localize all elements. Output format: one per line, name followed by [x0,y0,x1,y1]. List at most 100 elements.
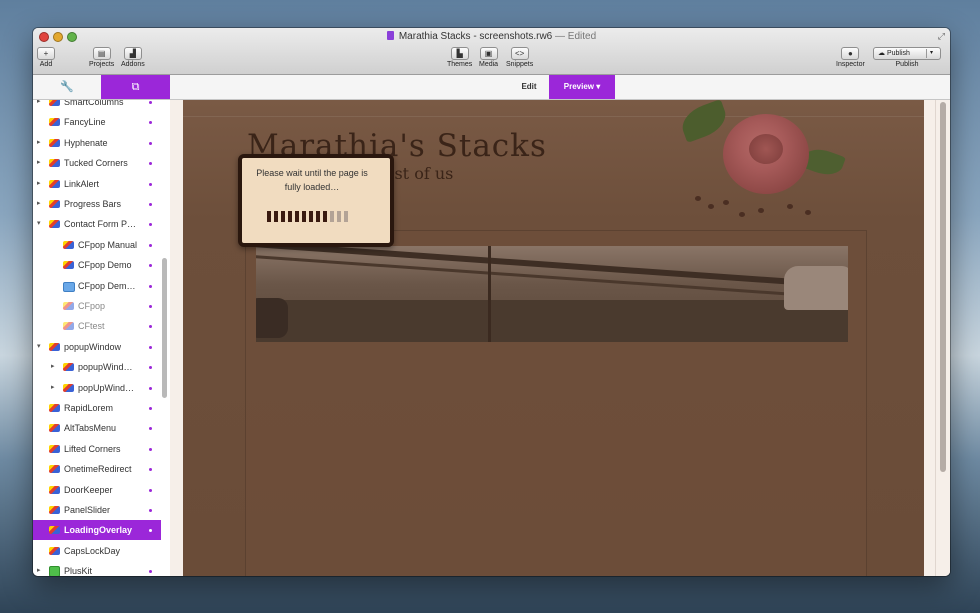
publish-separator [926,49,927,58]
pearl-decoration [723,200,729,205]
pages-icon: ⧉ [131,81,140,93]
stacks-page-icon [49,100,60,106]
site-subtitle: est of us [385,164,454,183]
stacks-page-icon [49,485,60,494]
sidebar-item[interactable]: ▸ Hyphenate [33,133,161,153]
sidebar-item-label: CFpop Demo [78,260,132,271]
snippets-button[interactable]: <> Snippets [506,47,533,68]
sidebar-item-label: PlusKit [64,566,93,576]
add-button[interactable]: + Add [37,47,55,68]
sidebar-item-label: popupWind… [78,362,133,373]
plus-icon: + [37,47,55,60]
publish-button-text: Publish [886,50,910,57]
publish-status-dot [149,121,152,125]
preview-scrollbar[interactable] [940,102,946,472]
disclosure-closed-icon[interactable]: ▸ [37,561,41,576]
window-title-text: Marathia Stacks - screenshots.rw6 [398,31,553,42]
sidebar-item[interactable]: ▸ Tucked Corners [33,153,161,173]
stacks-page-icon [49,342,60,351]
sidebar-item[interactable]: ▾ Contact Form P… [33,214,161,234]
sidebar-item[interactable]: ▸ popupWind… [33,357,161,377]
fullscreen-icon[interactable]: ⤢ [938,31,945,42]
sidebar-item[interactable]: CFpop Demo [33,255,161,275]
sidebar-item-label: Lifted Corners [64,443,121,454]
sidebar-item[interactable]: ▸ Progress Bars [33,194,161,214]
add-label: Add [39,61,53,68]
publish-status-dot [149,325,152,329]
sidebar-item[interactable]: LoadingOverlay [33,520,161,541]
disclosure-closed-icon[interactable]: ▸ [37,100,41,112]
addons-button[interactable]: ▟ Addons [121,47,145,68]
sidebar-item[interactable]: FancyLine [33,112,161,132]
media-button[interactable]: ▣ Media [479,47,498,68]
sidebar-item[interactable]: OnetimeRedirect [33,459,161,479]
loading-message: Please wait until the page is fully load… [256,168,368,192]
photo-road [256,300,848,342]
sidebar-item-label: LoadingOverlay [64,525,133,536]
rose-leaf-image [677,100,731,143]
sidebar-item[interactable]: ▾ popupWindow [33,337,161,357]
publish-button[interactable]: ☁ Publish ▾ [873,47,941,60]
publish-status-dot [149,284,152,288]
publish-status-dot [149,468,152,472]
stacks-page-icon [49,404,60,412]
sidebar-item[interactable]: Lifted Corners [33,439,161,459]
disclosure-open-icon[interactable]: ▾ [37,337,41,357]
progress-segment-filled [281,211,285,222]
sidebar-item[interactable]: ▸ PlusKit [33,561,161,576]
sidebar-item[interactable]: CapsLockDay [33,541,161,561]
disclosure-closed-icon[interactable]: ▸ [51,378,55,398]
header-photo [256,246,848,342]
publish-status-dot [149,243,152,247]
sidebar-item[interactable]: PanelSlider [33,500,161,520]
disclosure-closed-icon[interactable]: ▸ [37,194,41,214]
sidebar-item[interactable]: CFtest [33,316,161,336]
disclosure-closed-icon[interactable]: ▸ [37,153,41,173]
stacks-page-icon [63,322,74,331]
progress-segment-filled [323,211,327,222]
sidebar-item[interactable]: DoorKeeper [33,480,161,500]
stacks-page-icon [49,465,60,474]
sidebar-item[interactable]: ▸ LinkAlert [33,174,161,194]
sidebar-item-label: Contact Form P… [64,219,137,230]
sidebar-item[interactable]: CFpop [33,296,161,316]
rose-center-image [749,134,783,164]
photo-guardrail [256,246,848,289]
stacks-page-icon [49,424,60,433]
themes-button[interactable]: ▙ Themes [447,47,472,68]
tools-tab[interactable]: 🔧 [33,75,101,99]
publish-status-dot [149,447,152,451]
inspector-button[interactable]: ● Inspector [836,47,865,68]
inspector-icon: ● [841,47,860,60]
disclosure-open-icon[interactable]: ▾ [37,214,41,234]
progress-segment-filled [295,211,299,222]
disclosure-closed-icon[interactable]: ▸ [37,133,41,153]
stacks-page-icon [49,118,60,127]
publish-status-dot [149,162,152,166]
sidebar-item[interactable]: AltTabsMenu [33,418,161,438]
sidebar-item-label: popUpWind… [78,382,135,393]
publish-status-dot [149,264,152,268]
publish-status-dot [149,366,152,370]
sidebar-scrollbar[interactable] [162,258,167,398]
mail-page-icon [63,281,75,292]
preview-mode-tab[interactable]: Preview ▾ [549,75,615,99]
sidebar-item[interactable]: CFpop Manual [33,235,161,255]
edit-mode-tab[interactable]: Edit [509,75,549,99]
publish-dropdown-icon[interactable]: ▾ [930,48,933,59]
projects-button[interactable]: ▤ Projects [89,47,114,68]
sidebar-item[interactable]: RapidLorem [33,398,161,418]
disclosure-closed-icon[interactable]: ▸ [51,357,55,377]
pages-tab[interactable]: ⧉ [101,75,170,99]
photo-car [256,298,288,338]
publish-status-dot [149,182,152,186]
sidebar-item[interactable]: CFpop Dem… [33,276,161,296]
disclosure-closed-icon[interactable]: ▸ [37,174,41,194]
sidebar-item-label: CFpop [78,301,106,311]
publish-status-dot [149,386,152,390]
sidebar-item[interactable]: ▸ popUpWind… [33,378,161,398]
sidebar-item[interactable]: ▸ SmartColumns [33,100,161,112]
pearl-decoration [739,212,745,217]
progress-segment-filled [302,211,306,222]
sidebar-item-label: Tucked Corners [64,158,128,169]
